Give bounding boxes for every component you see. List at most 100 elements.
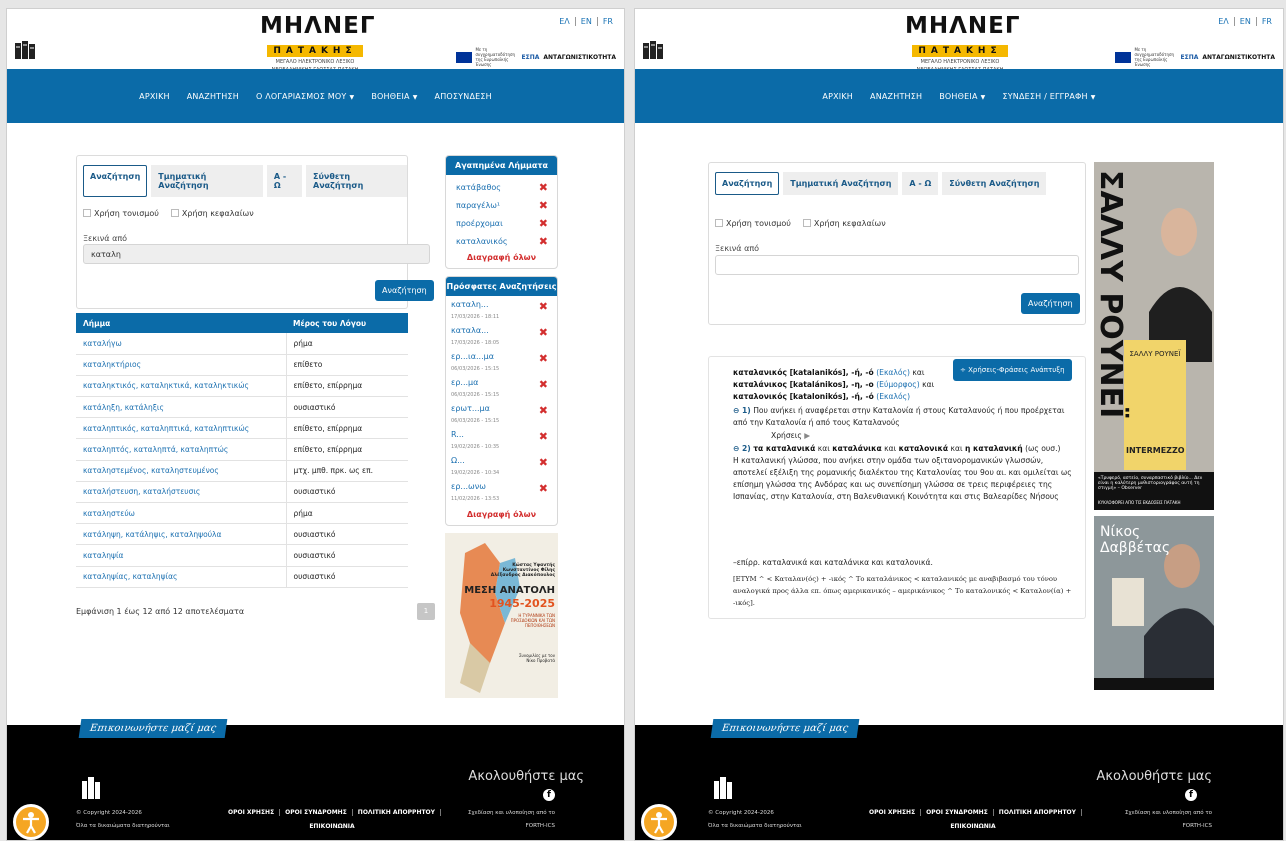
search-button[interactable]: Αναζήτηση [1021,293,1080,314]
link-privacy[interactable]: ΠΟΛΙΤΙΚΗ ΑΠΟΡΡΗΤΟΥ [352,809,441,816]
lemma-link[interactable]: καταληκτικός, καταληκτικά, καταληκτικώς [76,375,287,398]
accent-checkbox[interactable]: Χρήση τονισμού [83,209,159,218]
patakis-logo-icon[interactable] [641,39,665,61]
recent-link[interactable]: R... [451,430,464,439]
nav-search[interactable]: ΑΝΑΖΗΤΗΣΗ [870,92,922,101]
tab-a-z[interactable]: Α - Ω [902,172,939,195]
lemma-link[interactable]: καταληψίας, καταληψίας [76,566,287,588]
tab-partial-search[interactable]: Τμηματική Αναζήτηση [783,172,899,195]
delete-icon[interactable]: ✖ [539,404,548,417]
lang-fr[interactable]: FR [598,17,618,26]
delete-icon[interactable]: ✖ [539,482,548,495]
accessibility-button[interactable] [641,804,677,840]
facebook-icon[interactable]: f [543,789,555,801]
tab-complex-search[interactable]: Σύνθετη Αναζήτηση [306,165,407,197]
link-privacy[interactable]: ΠΟΛΙΤΙΚΗ ΑΠΟΡΡΗΤΟΥ [993,809,1082,816]
recent-link[interactable]: ερ...ια...μα [451,352,494,361]
nav-home[interactable]: ΑΡΧΙΚΗ [139,92,170,101]
nav-help[interactable]: ΒΟΗΘΕΙΑ ▼ [939,92,985,101]
delete-icon[interactable]: ✖ [539,326,548,339]
delete-icon[interactable]: ✖ [539,456,548,469]
lang-en[interactable]: EN [1234,17,1257,26]
delete-icon[interactable]: ✖ [539,199,548,212]
tab-search[interactable]: Αναζήτηση [83,165,148,197]
ad-nikos-davvetas[interactable]: Νίκος Δαββέτας [1094,516,1214,690]
brand-logo[interactable]: ΜΗΛΝΕΓ ΠΑΤΑΚΗΣ ΜΕΓΑΛΟ ΗΛΕΚΤΡΟΝΙΚΟ ΛΕΞΙΚΟ… [905,14,1020,73]
caps-checkbox[interactable]: Χρήση κεφαλαίων [802,219,886,228]
recent-link[interactable]: ερ...μα [451,378,478,387]
lang-el[interactable]: ΕΛ [1213,17,1235,26]
contact-us-link[interactable]: Επικοινωνήστε μαζί μας [710,719,860,738]
lemma-link[interactable]: καταληστεμένος, καταληστευμένος [76,460,287,482]
forth-ics-link[interactable]: FORTH-ICS [526,823,555,829]
contact-us-link[interactable]: Επικοινωνήστε μαζί μας [78,719,228,738]
lemma-link[interactable]: καταληπτικός, καταληπτικά, καταληπτικώς [76,417,287,440]
pagination-page-1[interactable]: 1 [417,603,435,620]
search-input[interactable]: καταλη [83,244,430,264]
delete-icon[interactable]: ✖ [539,235,548,248]
delete-icon[interactable]: ✖ [539,430,548,443]
brand-logo[interactable]: ΜΗΛΝΕΓ ΠΑΤΑΚΗΣ ΜΕΓΑΛΟ ΗΛΕΚΤΡΟΝΙΚΟ ΛΕΞΙΚΟ… [260,14,375,73]
favorite-link[interactable]: προέρχομαι [456,219,503,228]
recent-link[interactable]: Ω... [451,456,465,465]
lemma-link[interactable]: κατάληξη, κατάληξις [76,396,287,419]
link-terms[interactable]: ΟΡΟΙ ΧΡΗΣΗΣ [222,809,281,816]
delete-icon[interactable]: ✖ [539,378,548,391]
recent-link[interactable]: καταλη... [451,300,489,309]
recent-link[interactable]: ερ...ωνω [451,482,486,491]
nav-search[interactable]: ΑΝΑΖΗΤΗΣΗ [187,92,239,101]
uses-phrases-expand-button[interactable]: ÷ Χρήσεις-Φράσεις Ανάπτυξη [953,359,1072,381]
tab-a-z[interactable]: Α - Ω [266,165,302,197]
forth-ics-link[interactable]: FORTH-ICS [1183,823,1212,829]
accessibility-button[interactable] [13,804,49,840]
lemma-link[interactable]: κατάληψη, κατάληψις, καταληψούλα [76,523,287,546]
col-pos[interactable]: Μέρος του Λόγου [286,313,408,333]
nav-home[interactable]: ΑΡΧΙΚΗ [822,92,853,101]
delete-icon[interactable]: ✖ [539,300,548,313]
tab-complex-search[interactable]: Σύνθετη Αναζήτηση [942,172,1047,195]
lemma-link[interactable]: καταληκτήριος [76,354,287,376]
ad-sally-rooney[interactable]: ΣΑΛΛΥ ΡΟΥΝΕΪ ΣΑΛΛΥ ΡΟΥΝΕΪ INTERMEZZO «Τρ… [1094,162,1214,510]
lemma-link[interactable]: καταληπτός, καταληπτά, καταληπτώς [76,438,287,461]
uses-toggle[interactable]: Χρήσεις ▶ [733,430,1073,442]
inflection-link[interactable]: (Εύμορφος) [876,380,920,389]
patakis-logo-icon[interactable] [13,39,37,61]
favorite-link[interactable]: καταλανικός [456,237,508,246]
delete-icon[interactable]: ✖ [539,352,548,365]
footer-publisher-logo[interactable]: ΕΚΔΟΣΕΙΣ ΠΑΤΑΚΗ www.patakis.gr [712,773,797,803]
link-subscription[interactable]: ΟΡΟΙ ΣΥΝΔΡΟΜΗΣ [921,809,994,816]
inflection-link[interactable]: (Εκαλός) [876,368,910,377]
accent-checkbox[interactable]: Χρήση τονισμού [715,219,791,228]
lemma-link[interactable]: καταλήγω [76,333,287,355]
link-contact[interactable]: ΕΠΙΚΟΙΝΩΝΙΑ [304,823,359,830]
link-terms[interactable]: ΟΡΟΙ ΧΡΗΣΗΣ [863,809,922,816]
collapse-icon[interactable]: ⊖ 1) [733,406,751,415]
tab-partial-search[interactable]: Τμηματική Αναζήτηση [151,165,263,197]
nav-login[interactable]: ΣΥΝΔΕΣΗ / ΕΓΓΡΑΦΗ ▼ [1002,92,1095,101]
favorite-link[interactable]: κατάβαθος [456,183,501,192]
nav-help[interactable]: ΒΟΗΘΕΙΑ ▼ [371,92,417,101]
lemma-link[interactable]: καταληστεύω [76,502,287,525]
nav-account[interactable]: Ο ΛΟΓΑΡΙΑΣΜΟΣ ΜΟΥ ▼ [256,92,354,101]
lemma-link[interactable]: καταληψία [76,544,287,567]
favorite-link[interactable]: παραγέλω¹ [456,201,500,210]
recent-link[interactable]: ερωτ...μα [451,404,490,413]
tab-search[interactable]: Αναζήτηση [715,172,780,195]
lemma-link[interactable]: καταλήστευση, καταλήστευσις [76,481,287,504]
lang-el[interactable]: ΕΛ [554,17,576,26]
link-contact[interactable]: ΕΠΙΚΟΙΝΩΝΙΑ [945,823,1000,830]
search-input[interactable] [715,255,1079,275]
ad-middle-east-book[interactable]: Κώστας Υφαντής Κωνσταντίνος Φίλης Αλέξαν… [445,533,558,698]
nav-logout[interactable]: ΑΠΟΣΥΝΔΕΣΗ [435,92,492,101]
lang-fr[interactable]: FR [1257,17,1277,26]
delete-icon[interactable]: ✖ [539,181,548,194]
facebook-icon[interactable]: f [1185,789,1197,801]
caps-checkbox[interactable]: Χρήση κεφαλαίων [170,209,254,218]
link-subscription[interactable]: ΟΡΟΙ ΣΥΝΔΡΟΜΗΣ [280,809,353,816]
favorites-delete-all[interactable]: Διαγραφή όλων [446,251,557,268]
recent-delete-all[interactable]: Διαγραφή όλων [446,506,557,525]
lang-en[interactable]: EN [575,17,598,26]
footer-publisher-logo[interactable]: ΕΚΔΟΣΕΙΣ ΠΑΤΑΚΗ www.patakis.gr [80,773,165,803]
collapse-icon[interactable]: ⊖ 2) [733,444,751,453]
inflection-link[interactable]: (Εκαλός) [876,392,910,401]
